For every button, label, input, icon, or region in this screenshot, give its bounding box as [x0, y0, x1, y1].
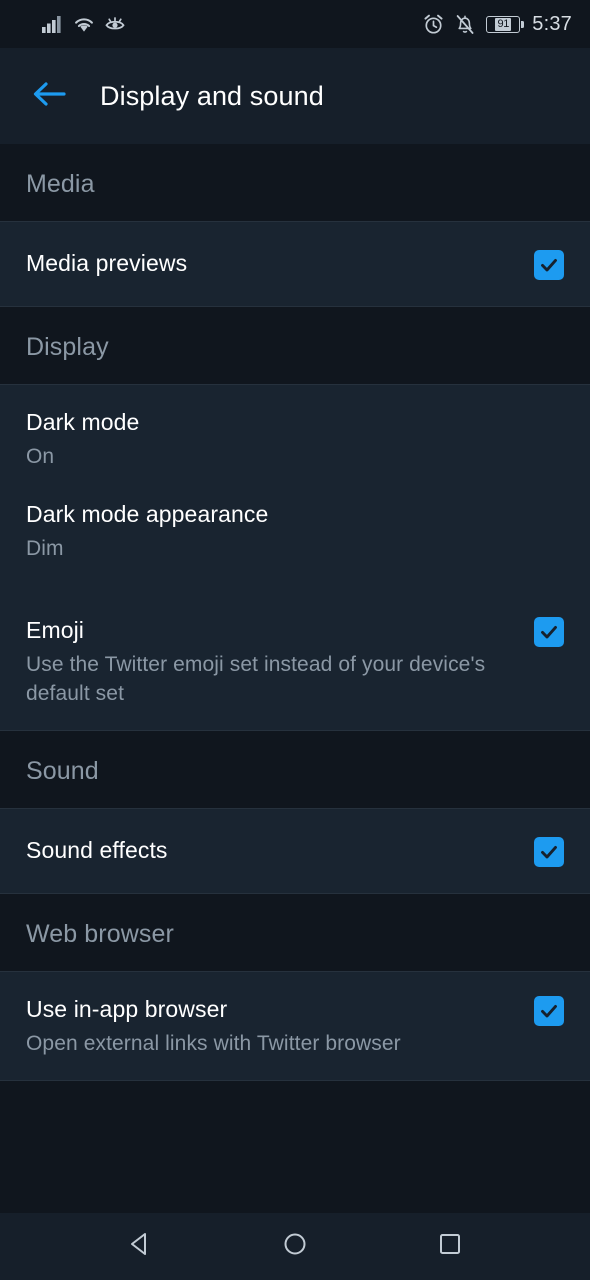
back-button[interactable]	[26, 73, 72, 119]
signal-bars-icon	[42, 15, 64, 33]
section-block-display: Dark mode On Dark mode appearance Dim Em…	[0, 384, 590, 731]
row-title: Media previews	[26, 250, 188, 276]
checkbox-sound-effects[interactable]	[534, 837, 564, 867]
row-dark-mode[interactable]: Dark mode On	[0, 385, 590, 485]
phone-screen: 91 5:37 Display and sound Media Media pr…	[0, 0, 590, 1280]
settings-list: Media Media previews Display Dark mode O…	[0, 144, 590, 1213]
row-title: Emoji	[26, 617, 85, 643]
checkbox-media-previews[interactable]	[534, 250, 564, 280]
row-title: Dark mode	[26, 409, 140, 435]
checkmark-icon	[541, 625, 557, 639]
row-sound-effects[interactable]: Sound effects	[0, 809, 590, 893]
row-use-in-app-browser[interactable]: Use in-app browser Open external links w…	[0, 972, 590, 1080]
status-bar-clock: 5:37	[532, 12, 572, 35]
row-title: Dark mode appearance	[26, 501, 269, 527]
checkmark-icon	[541, 845, 557, 859]
app-bar: Display and sound	[0, 48, 590, 144]
checkmark-icon	[541, 258, 557, 272]
row-text: Sound effects	[26, 835, 516, 865]
nav-back-icon	[125, 1229, 155, 1264]
section-block-media: Media previews	[0, 221, 590, 307]
battery-level-text: 91	[495, 17, 512, 31]
row-subtitle: Dim	[26, 537, 64, 560]
row-title: Use in-app browser	[26, 996, 228, 1022]
checkbox-emoji[interactable]	[534, 617, 564, 647]
status-bar: 91 5:37	[0, 0, 590, 48]
section-header-sound: Sound	[0, 731, 590, 808]
page-title: Display and sound	[100, 80, 324, 111]
row-text: Dark mode appearance Dim	[26, 499, 564, 563]
row-text: Media previews	[26, 248, 516, 278]
nav-recents-button[interactable]	[418, 1215, 482, 1279]
wifi-icon	[73, 15, 95, 33]
nav-recents-icon	[435, 1229, 465, 1264]
android-navigation-bar	[0, 1213, 590, 1280]
status-bar-left	[42, 15, 126, 33]
section-header-media: Media	[0, 144, 590, 221]
section-block-web-browser: Use in-app browser Open external links w…	[0, 971, 590, 1081]
section-header-display: Display	[0, 307, 590, 384]
row-text: Use in-app browser Open external links w…	[26, 994, 516, 1058]
row-media-previews[interactable]: Media previews	[0, 222, 590, 306]
back-arrow-icon	[30, 79, 68, 114]
eye-comfort-icon	[104, 15, 126, 33]
row-title: Sound effects	[26, 837, 168, 863]
battery-icon: 91	[486, 15, 525, 33]
row-subtitle: On	[26, 445, 55, 468]
section-header-web-browser: Web browser	[0, 894, 590, 971]
section-block-sound: Sound effects	[0, 808, 590, 894]
status-bar-right: 91 5:37	[423, 13, 572, 36]
row-subtitle: Use the Twitter emoji set instead of you…	[26, 653, 486, 705]
checkmark-icon	[541, 1004, 557, 1018]
alarm-clock-icon	[423, 14, 444, 35]
row-emoji[interactable]: Emoji Use the Twitter emoji set instead …	[0, 593, 590, 730]
row-text: Dark mode On	[26, 407, 564, 471]
checkbox-use-in-app-browser[interactable]	[534, 996, 564, 1026]
nav-home-icon	[280, 1229, 310, 1264]
notifications-muted-icon	[455, 14, 475, 35]
row-subtitle: Open external links with Twitter browser	[26, 1032, 401, 1055]
row-dark-mode-appearance[interactable]: Dark mode appearance Dim	[0, 485, 590, 593]
nav-home-button[interactable]	[263, 1215, 327, 1279]
nav-back-button[interactable]	[108, 1215, 172, 1279]
row-text: Emoji Use the Twitter emoji set instead …	[26, 615, 516, 708]
